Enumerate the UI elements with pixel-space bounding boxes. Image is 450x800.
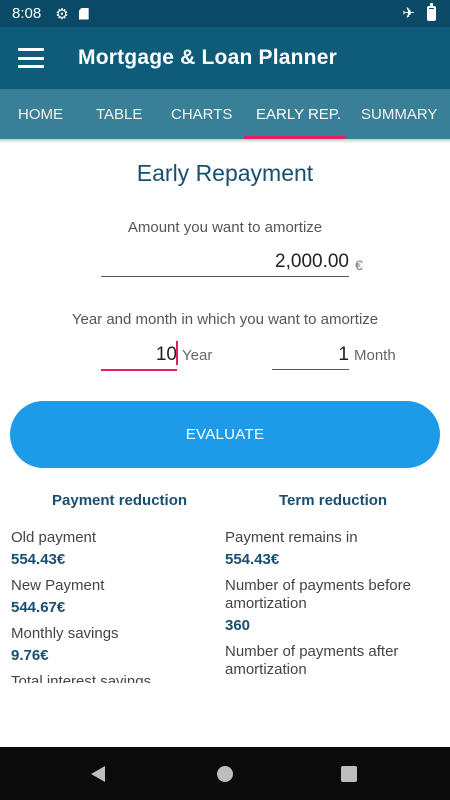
tab-shadow: [0, 139, 450, 143]
hamburger-menu-icon[interactable]: [18, 48, 44, 68]
tab-summary[interactable]: SUMMARY: [361, 89, 437, 139]
monthly-savings-value: 9.76€: [11, 647, 49, 664]
tab-charts[interactable]: CHARTS: [171, 89, 232, 139]
payment-remains-value: 554.43€: [225, 551, 280, 568]
sd-card-icon: [78, 7, 89, 20]
payments-after-label: Number of payments after amortization: [225, 643, 399, 678]
new-payment-label: New Payment: [11, 577, 105, 594]
year-label: Year: [182, 347, 213, 364]
year-input[interactable]: 10: [101, 341, 177, 371]
term-reduction-heading: Term reduction: [279, 492, 388, 509]
new-payment-value: 544.67€: [11, 599, 66, 616]
app-bar: Mortgage & Loan Planner: [0, 27, 450, 89]
amount-input[interactable]: 2,000.00: [101, 248, 349, 277]
settings-gear-icon: ⚙: [55, 5, 69, 23]
amount-label: Amount you want to amortize: [127, 219, 323, 236]
text-cursor: [176, 341, 178, 365]
month-input[interactable]: 1: [272, 341, 349, 370]
old-payment-label: Old payment: [11, 529, 97, 546]
old-payment-value: 554.43€: [11, 551, 66, 568]
airplane-mode-icon: ✈: [402, 5, 415, 22]
recent-apps-icon[interactable]: [341, 766, 357, 782]
tab-early-repayment[interactable]: EARLY REP.: [256, 89, 341, 139]
payment-reduction-heading: Payment reduction: [52, 492, 188, 509]
home-icon[interactable]: [217, 766, 233, 782]
payments-before-label: Number of payments before amortization: [225, 577, 411, 612]
payments-before-value: 360: [225, 617, 251, 634]
page-title: Early Repayment: [136, 160, 314, 186]
tab-home[interactable]: HOME: [18, 89, 63, 139]
results-panel: Payment reduction Term reduction Old pay…: [0, 480, 450, 683]
app-title: Mortgage & Loan Planner: [78, 46, 337, 69]
battery-icon: [427, 2, 436, 21]
tab-bar: HOME TABLE CHARTS EARLY REP. SUMMARY: [0, 89, 450, 139]
total-interest-savings-label: Total interest savings: [11, 673, 152, 683]
status-bar: 8:08 ⚙ ✈: [0, 0, 450, 27]
back-icon[interactable]: [91, 766, 105, 782]
status-right: ✈: [402, 2, 436, 22]
month-label: Month: [354, 347, 396, 364]
evaluate-button[interactable]: EVALUATE: [10, 401, 440, 468]
date-label: Year and month in which you want to amor…: [71, 311, 379, 328]
payment-remains-label: Payment remains in: [225, 529, 358, 546]
status-time: 8:08: [12, 5, 42, 22]
monthly-savings-label: Monthly savings: [11, 625, 119, 642]
currency-symbol: €: [355, 257, 363, 273]
tab-table[interactable]: TABLE: [96, 89, 142, 139]
